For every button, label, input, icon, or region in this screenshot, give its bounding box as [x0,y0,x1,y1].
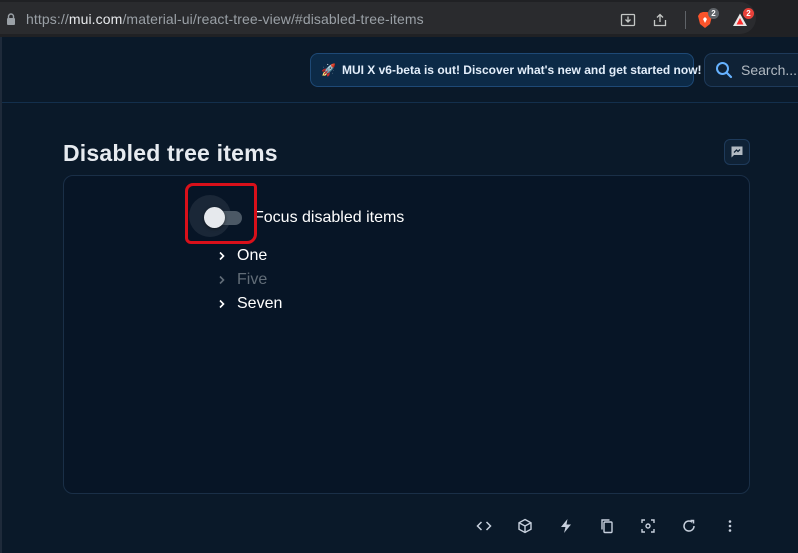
brave-rewards-icon[interactable]: 2 [730,8,754,30]
share-icon[interactable] [650,10,670,30]
rewards-badge: 2 [743,8,754,19]
feedback-icon [731,146,743,158]
tree-item-one[interactable]: One [214,245,267,267]
more-icon[interactable] [718,514,742,538]
lock-icon [7,13,15,25]
browser-toolbar: https://mui.com/material-ui/react-tree-v… [0,0,798,37]
codesandbox-icon[interactable] [513,514,537,538]
chevron-right-icon [214,248,230,264]
install-app-icon[interactable] [618,10,638,30]
red-annotation-outline [185,183,257,244]
address-bar[interactable]: https://mui.com/material-ui/react-tree-v… [0,2,756,34]
tree-item-label: One [237,247,268,264]
url-prefix: https:// [26,11,69,27]
url-text[interactable]: https://mui.com/material-ui/react-tree-v… [26,11,424,27]
chevron-right-icon [214,296,230,312]
url-host: mui.com [68,11,123,27]
search-icon [716,62,733,79]
announcement-banner[interactable]: 🚀 MUI X v6-beta is out! Discover what's … [310,53,702,87]
copy-icon[interactable] [595,514,619,538]
chevron-right-icon [214,272,230,288]
header-divider [2,102,798,103]
section-title: Disabled tree items [63,140,278,166]
demo-container [63,175,750,494]
switch-label[interactable]: Focus disabled items [254,209,404,227]
banner-text: MUI X v6-beta is out! Discover what's ne… [341,63,702,77]
stackblitz-icon[interactable] [554,514,578,538]
code-icon[interactable] [472,514,496,538]
toolbar-separator [685,11,686,29]
feedback-button[interactable] [724,139,750,165]
tree-item-label: Five [237,271,268,288]
brave-shields-icon[interactable]: 2 [695,8,719,30]
brave-badge: 2 [708,8,719,19]
search-button[interactable]: Search... [704,53,798,87]
tree-item-five: Five [214,269,267,291]
tree-item-label: Seven [237,295,283,312]
url-path: /material-ui/react-tree-view/#disabled-t… [122,11,424,27]
reset-icon[interactable] [677,514,701,538]
rocket-icon: 🚀 [321,63,336,77]
tree-item-seven[interactable]: Seven [214,293,282,315]
search-placeholder: Search... [741,62,798,78]
focus-icon[interactable] [636,514,660,538]
